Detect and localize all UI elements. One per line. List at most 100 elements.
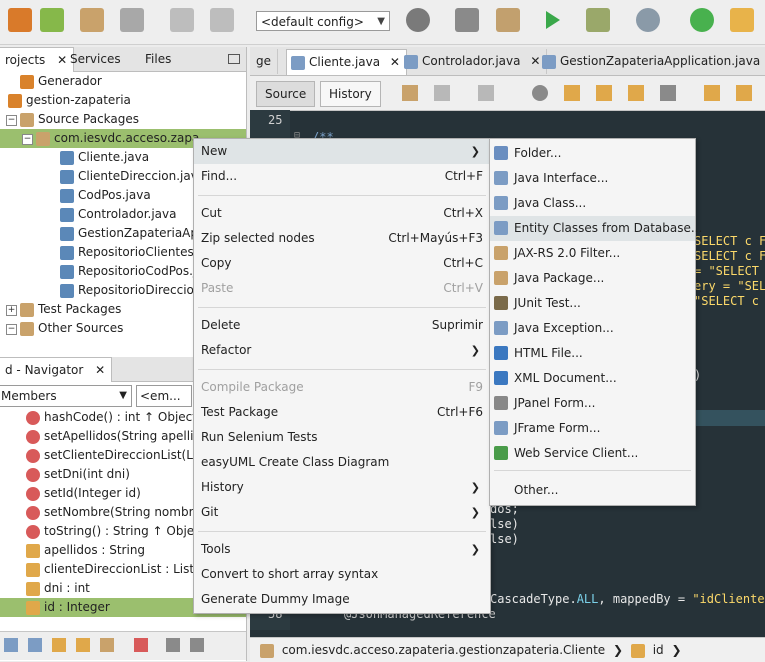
- submenu-item[interactable]: Web Service Client...: [490, 441, 695, 466]
- tree-item[interactable]: CodPos.java: [60, 186, 151, 205]
- menu-item-delete[interactable]: Delete Suprimir: [194, 313, 490, 338]
- menu-item-new[interactable]: New ❯: [194, 139, 490, 164]
- submenu-item[interactable]: JUnit Test...: [490, 291, 695, 316]
- expand-icon[interactable]: +: [6, 305, 17, 316]
- filter-fields-icon[interactable]: [4, 638, 18, 652]
- tree-item[interactable]: Cliente.java: [60, 148, 149, 167]
- submenu-item[interactable]: Java Exception...: [490, 316, 695, 341]
- menu-item-zip-selected-nodes[interactable]: Zip selected nodes Ctrl+Mayús+F3: [194, 226, 490, 251]
- tree-item[interactable]: Other Sources: [20, 319, 123, 338]
- breadcrumb-path[interactable]: com.iesvdc.acceso.zapateria.gestionzapat…: [282, 643, 605, 657]
- submenu-item-label: JPanel Form...: [514, 396, 596, 410]
- find-previous-icon[interactable]: [564, 85, 580, 101]
- submenu-item[interactable]: Other...: [490, 478, 695, 503]
- open-project-icon[interactable]: [80, 8, 104, 32]
- editor-tab-controlador[interactable]: Controlador.java ✕: [400, 49, 548, 74]
- tab-services[interactable]: Services: [64, 47, 127, 71]
- tree-item[interactable]: Controlador.java: [60, 205, 176, 224]
- tab-files[interactable]: Files: [139, 47, 177, 71]
- tree-item[interactable]: GestionZapateriaApp: [60, 224, 206, 243]
- filter-combo[interactable]: <em...: [136, 385, 192, 407]
- toggle-highlight-icon[interactable]: [628, 85, 644, 101]
- menu-item-generate-dummy-image[interactable]: Generate Dummy Image: [194, 587, 490, 612]
- tab-navigator[interactable]: d - Navigator ✕: [0, 357, 113, 382]
- minimize-icon[interactable]: [228, 54, 240, 64]
- submenu-item[interactable]: Java Class...: [490, 191, 695, 216]
- submenu-item[interactable]: Entity Classes from Database...: [490, 216, 702, 241]
- editor-tab-ge[interactable]: ge: [252, 49, 278, 74]
- back-icon[interactable]: [434, 85, 450, 101]
- redo-icon[interactable]: [210, 8, 234, 32]
- menu-item-cut[interactable]: Cut Ctrl+X: [194, 201, 490, 226]
- members-filter[interactable]: Members ▼: [0, 385, 132, 407]
- tree-item[interactable]: ClienteDireccion.java: [60, 167, 205, 186]
- filter-members-icon[interactable]: [100, 638, 114, 652]
- clean-build-icon[interactable]: [496, 8, 520, 32]
- save-all-icon[interactable]: [120, 8, 144, 32]
- method-icon: [26, 448, 40, 463]
- build-hammer-icon[interactable]: [455, 8, 479, 32]
- collapse-icon[interactable]: −: [6, 324, 17, 335]
- undo-icon[interactable]: [170, 8, 194, 32]
- menu-item-tools[interactable]: Tools ❯: [194, 537, 490, 562]
- power-icon[interactable]: [690, 8, 714, 32]
- close-icon[interactable]: ✕: [390, 55, 400, 69]
- close-icon[interactable]: ✕: [95, 363, 105, 377]
- menu-item-run-selenium-tests[interactable]: Run Selenium Tests: [194, 425, 490, 450]
- source-button[interactable]: Source: [256, 81, 316, 107]
- submenu-item[interactable]: Folder...: [490, 141, 695, 166]
- previous-bookmark-icon[interactable]: [704, 85, 720, 101]
- submenu-item[interactable]: Java Package...: [490, 266, 695, 291]
- tree-item[interactable]: RepositorioDireccion: [60, 281, 202, 300]
- filter-inherited-icon[interactable]: [76, 638, 90, 652]
- toggle-rect-select-icon[interactable]: [660, 85, 676, 101]
- menu-item-git[interactable]: Git ❯: [194, 500, 490, 525]
- tree-item-label: gestion-zapateria: [26, 93, 131, 107]
- tree-item[interactable]: Test Packages: [20, 300, 121, 319]
- profile-icon[interactable]: [636, 8, 660, 32]
- tree-item[interactable]: Source Packages: [20, 110, 139, 129]
- find-next-icon[interactable]: [596, 85, 612, 101]
- last-edit-icon[interactable]: [402, 85, 418, 101]
- jar-icon[interactable]: [730, 8, 754, 32]
- project-icon: [20, 74, 34, 89]
- menu-item-refactor[interactable]: Refactor ❯: [194, 338, 490, 363]
- config-combo[interactable]: <default config> ▼: [256, 11, 390, 31]
- tree-item[interactable]: RepositorioClientes.ja: [60, 243, 208, 262]
- submenu-item[interactable]: JFrame Form...: [490, 416, 695, 441]
- submenu-item[interactable]: Java Interface...: [490, 166, 695, 191]
- forward-icon[interactable]: [478, 85, 494, 101]
- tree-item[interactable]: RepositorioCodPos.ja: [60, 262, 204, 281]
- menu-item-test-package[interactable]: Test Package Ctrl+F6: [194, 400, 490, 425]
- collapse-icon[interactable]: −: [22, 134, 33, 145]
- find-icon[interactable]: [532, 85, 548, 101]
- sort-name-icon[interactable]: [166, 638, 180, 652]
- next-bookmark-icon[interactable]: [736, 85, 752, 101]
- collapse-icon[interactable]: −: [6, 115, 17, 126]
- menu-item-convert-to-short-array-syntax[interactable]: Convert to short array syntax: [194, 562, 490, 587]
- sort-access-icon[interactable]: [190, 638, 204, 652]
- new-file-icon[interactable]: [40, 8, 64, 32]
- run-icon[interactable]: [540, 8, 564, 32]
- menu-item-history[interactable]: History ❯: [194, 475, 490, 500]
- submenu-item[interactable]: XML Document...: [490, 366, 695, 391]
- menu-item-easyuml-create-class-diagram[interactable]: easyUML Create Class Diagram: [194, 450, 490, 475]
- globe-icon[interactable]: [406, 8, 430, 32]
- editor-tab-cliente[interactable]: Cliente.java ✕: [286, 49, 407, 75]
- filter-static-icon[interactable]: [28, 638, 42, 652]
- submenu-item[interactable]: JAX-RS 2.0 Filter...: [490, 241, 695, 266]
- history-button[interactable]: History: [320, 81, 381, 107]
- breadcrumb-member[interactable]: id: [653, 643, 664, 657]
- editor-tab-gestionzapateria[interactable]: GestionZapateriaApplication.java ✕: [538, 49, 765, 74]
- new-project-icon[interactable]: [8, 8, 32, 32]
- submenu-item[interactable]: HTML File...: [490, 341, 695, 366]
- menu-item-copy[interactable]: Copy Ctrl+C: [194, 251, 490, 276]
- sort-source-icon[interactable]: [134, 638, 148, 652]
- menu-item-find[interactable]: Find... Ctrl+F: [194, 164, 490, 189]
- field-icon: [26, 543, 40, 558]
- debug-icon[interactable]: [586, 8, 610, 32]
- submenu-item[interactable]: JPanel Form...: [490, 391, 695, 416]
- tree-item[interactable]: Generador: [20, 72, 102, 91]
- filter-nonpublic-icon[interactable]: [52, 638, 66, 652]
- tree-item[interactable]: gestion-zapateria: [8, 91, 131, 110]
